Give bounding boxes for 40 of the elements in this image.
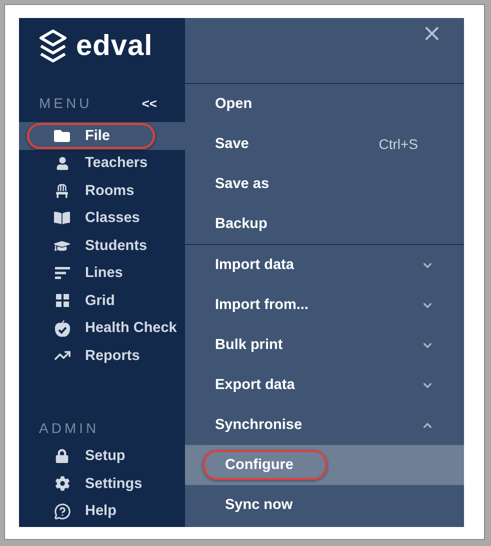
- menu-item[interactable]: Synchronise: [185, 405, 464, 445]
- shortcut-text: Ctrl+S: [378, 136, 418, 152]
- help-icon: [54, 502, 70, 520]
- menu-item[interactable]: Save Ctrl+S: [185, 124, 464, 164]
- section-heading: MENU: [39, 95, 92, 111]
- person-icon: [56, 156, 68, 170]
- menu-item[interactable]: Save as: [185, 164, 464, 204]
- section-heading: ADMIN: [39, 420, 100, 436]
- menu-item[interactable]: Import from...: [185, 285, 464, 325]
- nav-item[interactable]: Teachers: [19, 150, 185, 177]
- close-button[interactable]: ×: [422, 22, 442, 46]
- logo-text: edval: [76, 30, 153, 62]
- chair-icon: [55, 184, 69, 198]
- menu-item[interactable]: Bulk print: [185, 325, 464, 365]
- grid-icon: [56, 294, 68, 308]
- apple-check-icon: [54, 320, 70, 337]
- menu-item[interactable]: Open: [185, 84, 464, 124]
- nav-item[interactable]: Students: [19, 232, 185, 260]
- lines-icon: [54, 267, 70, 280]
- menu-item[interactable]: Export data: [185, 365, 464, 405]
- nav-item[interactable]: Reports: [19, 342, 185, 370]
- folder-icon: [54, 128, 70, 144]
- nav-item[interactable]: Lines: [19, 260, 185, 287]
- nav-item[interactable]: Grid: [19, 287, 185, 314]
- lock-icon: [55, 449, 69, 464]
- menu-item[interactable]: Sync now: [185, 485, 464, 525]
- nav-item[interactable]: Setup: [19, 442, 185, 470]
- layers-logo-icon: [38, 29, 68, 63]
- nav-item[interactable]: Settings: [19, 470, 185, 498]
- settings-icon: [54, 476, 70, 492]
- collapse-button[interactable]: <<: [142, 96, 157, 110]
- nav-item[interactable]: File: [19, 122, 185, 150]
- nav-item[interactable]: Health Check: [19, 314, 185, 342]
- menu-item[interactable]: Import data: [185, 245, 464, 285]
- book-icon: [54, 210, 70, 226]
- nav-item[interactable]: Classes: [19, 204, 185, 232]
- menu-item[interactable]: Configure: [185, 445, 464, 485]
- nav-item[interactable]: Rooms: [19, 177, 185, 204]
- menu-item[interactable]: Backup: [185, 204, 464, 244]
- nav-item[interactable]: Help: [19, 498, 185, 525]
